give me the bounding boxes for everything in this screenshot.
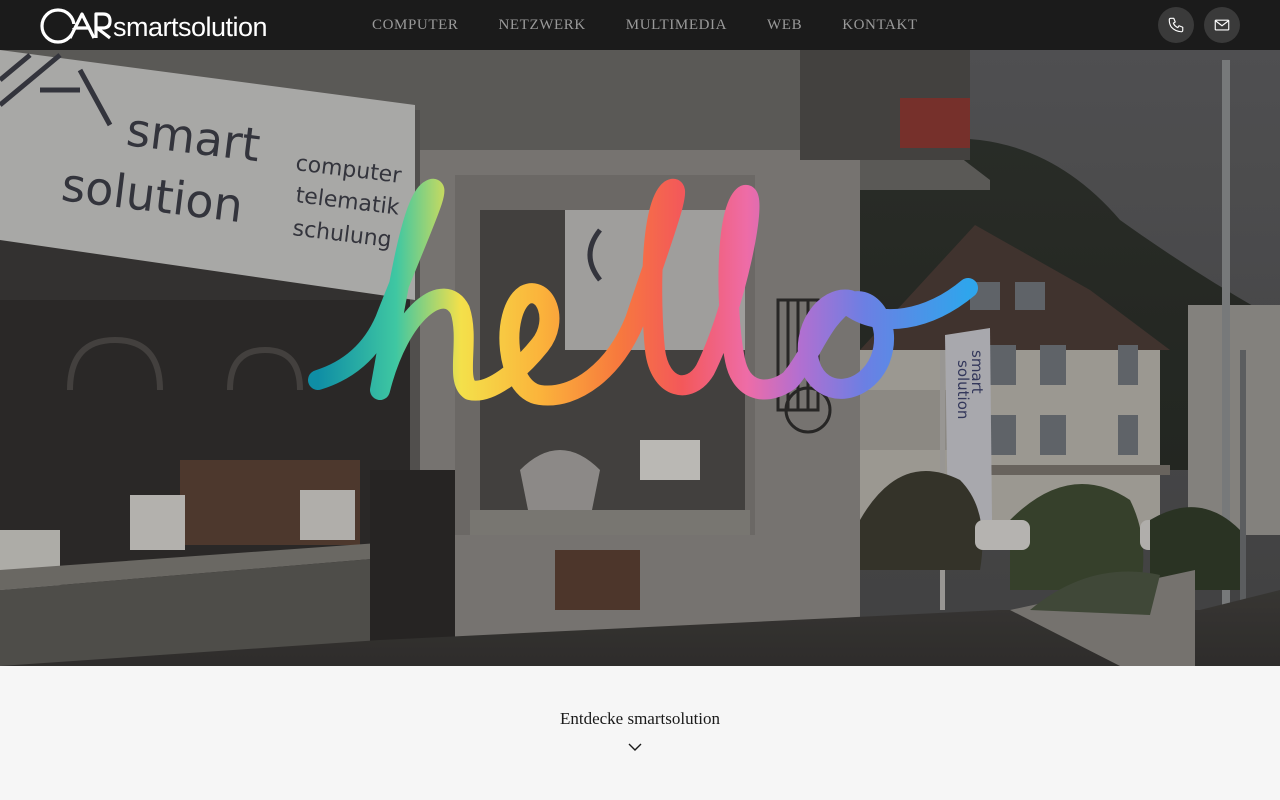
hero-section: smart solution computer telematik schulu… <box>0 50 1280 666</box>
brand-logo[interactable]: smartsolution <box>40 6 268 46</box>
brand-name: smartsolution <box>113 11 268 42</box>
top-navigation-bar: smartsolution COMPUTER NETZWERK MULTIMED… <box>0 0 1280 50</box>
phone-icon <box>1168 17 1184 33</box>
phone-button[interactable] <box>1158 7 1194 43</box>
hello-lettering: hello <box>308 178 978 406</box>
nav-item-computer[interactable]: COMPUTER <box>372 17 458 34</box>
chevron-down-icon[interactable] <box>628 742 642 752</box>
nav-item-web[interactable]: WEB <box>767 17 802 34</box>
mail-button[interactable] <box>1204 7 1240 43</box>
logo-mark-icon <box>40 8 112 44</box>
main-navigation: COMPUTER NETZWERK MULTIMEDIA WEB KONTAKT <box>372 0 958 50</box>
nav-item-multimedia[interactable]: MULTIMEDIA <box>626 17 727 34</box>
nav-item-kontakt[interactable]: KONTAKT <box>842 17 918 34</box>
discover-label[interactable]: Entdecke smartsolution <box>0 709 1280 729</box>
discover-section: Entdecke smartsolution <box>0 666 1280 800</box>
mail-icon <box>1214 19 1230 31</box>
nav-item-netzwerk[interactable]: NETZWERK <box>498 17 585 34</box>
